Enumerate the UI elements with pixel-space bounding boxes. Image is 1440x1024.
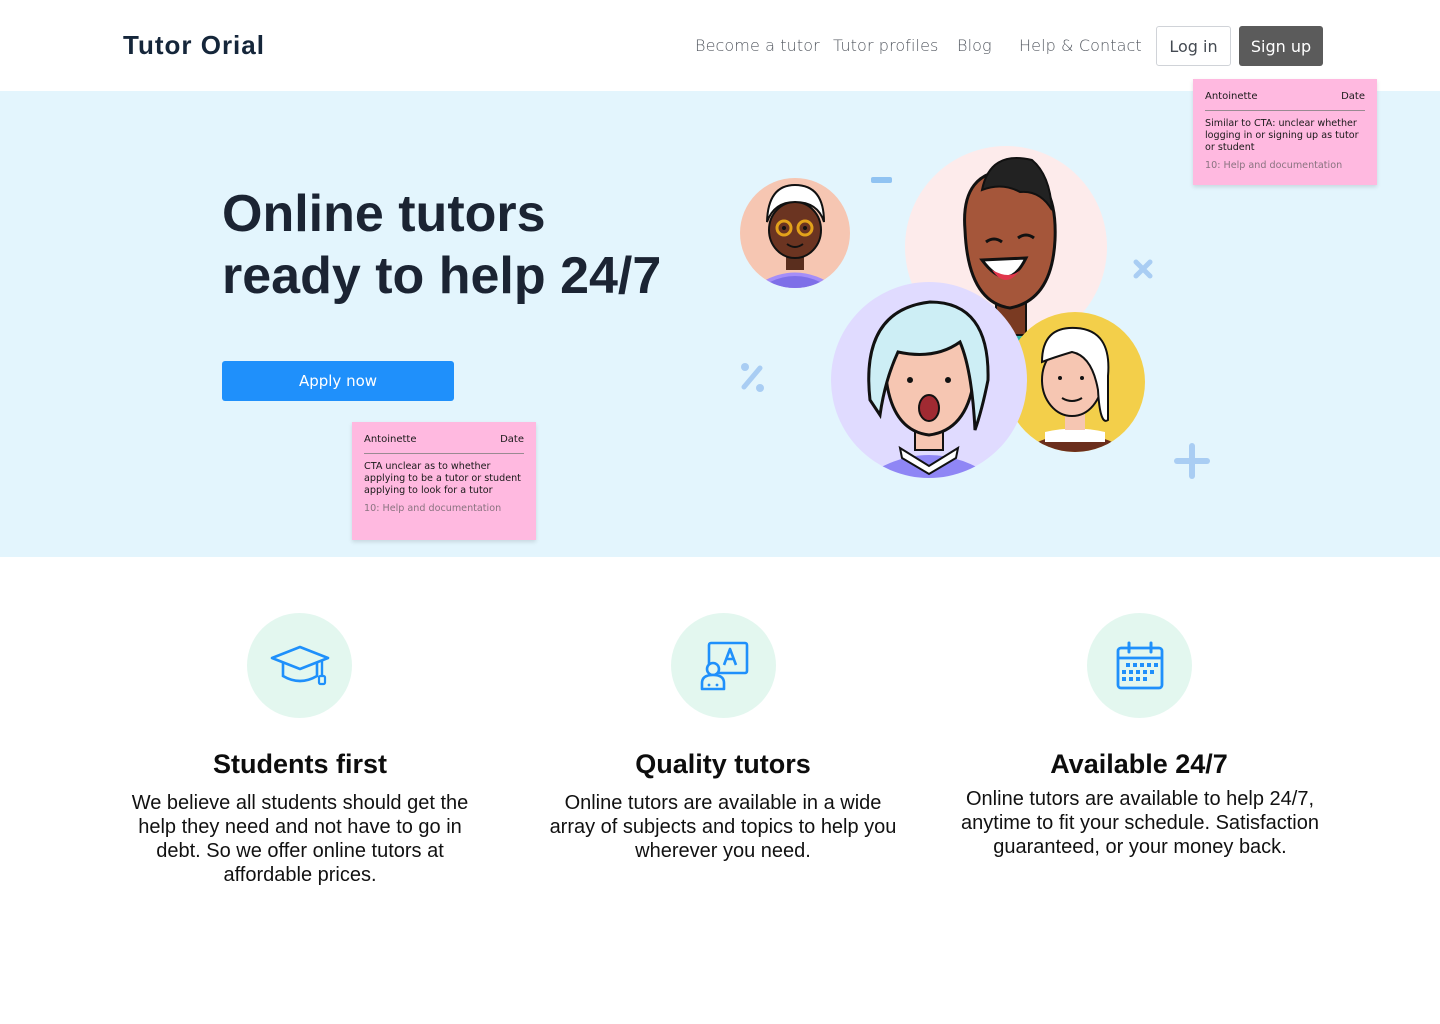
hero-title-line-1: Online tutors (222, 185, 546, 243)
apply-now-button[interactable]: Apply now (222, 361, 454, 401)
sticky-note-login: Antoinette Date Similar to CTA: unclear … (1193, 79, 1377, 185)
feature-text-available: Online tutors are available to help 24/7… (961, 788, 1319, 858)
feature-text-students-first: We believe all students should get the h… (131, 792, 469, 886)
feature-text-quality-tutors: Online tutors are available in a wide ar… (549, 792, 897, 862)
feature-title-available: Available 24/7 (1050, 749, 1228, 779)
feature-title-quality-tutors: Quality tutors (635, 749, 811, 779)
note-author: Antoinette (1205, 91, 1258, 102)
note-tag: 10: Help and documentation (1205, 160, 1343, 171)
graduation-cap-icon (270, 645, 329, 685)
feature-title-students-first: Students first (212, 749, 387, 779)
note-date: Date (500, 434, 524, 445)
students-first-icon-circle (247, 613, 352, 718)
avatar-surprised-woman (831, 282, 1027, 478)
note-date: Date (1341, 91, 1365, 102)
plus-decoration (1174, 443, 1210, 479)
brand-logo[interactable]: Tutor Orial (123, 30, 265, 61)
times-decoration (1133, 259, 1153, 279)
avatar-older-woman (740, 178, 850, 288)
sticky-note-cta: Antoinette Date CTA unclear as to whethe… (352, 422, 536, 540)
nav-tutor-profiles[interactable]: Tutor profiles (833, 36, 939, 55)
note-tag: 10: Help and documentation (364, 503, 502, 514)
hero-title-line-2: ready to help 24/7 (222, 247, 662, 305)
site-header: Tutor Orial Become a tutor Tutor profile… (0, 0, 1440, 91)
available-icon-circle (1087, 613, 1192, 718)
nav-blog[interactable]: Blog (957, 36, 992, 55)
percent-decoration (741, 363, 764, 392)
signup-button[interactable]: Sign up (1239, 26, 1323, 66)
minus-decoration (871, 177, 892, 183)
nav-become-tutor[interactable]: Become a tutor (695, 36, 820, 55)
quality-tutors-icon-circle (671, 613, 776, 718)
tutors-illustration (740, 146, 1210, 479)
login-button[interactable]: Log in (1156, 26, 1231, 66)
nav-help-contact[interactable]: Help & Contact (1019, 36, 1142, 55)
note-body: Similar to CTA: unclear whether logging … (1205, 118, 1359, 153)
note-author: Antoinette (364, 434, 417, 445)
note-body: CTA unclear as to whether applying to be… (364, 461, 521, 496)
hero-title: Online tutors ready to help 24/7 (222, 183, 661, 307)
calendar-icon (1116, 641, 1163, 689)
teacher-board-icon (700, 641, 748, 690)
